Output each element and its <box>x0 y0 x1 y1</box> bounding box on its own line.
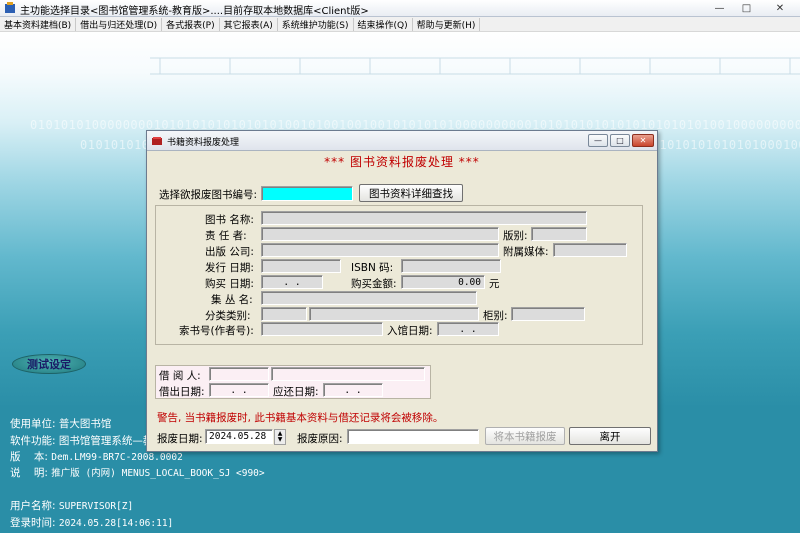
currency-label: 元 <box>489 278 500 290</box>
publisher-field <box>261 243 499 257</box>
isbn-label: ISBN 码: <box>351 262 394 274</box>
buy-date-field: . . <box>261 275 323 289</box>
category-name-field <box>309 307 479 321</box>
maximize-button[interactable]: □ <box>733 0 760 17</box>
media-label: 附属媒体: <box>503 246 549 258</box>
info-unit: 使用单位: 普大图书馆 <box>10 418 112 430</box>
borrower-name-field <box>271 367 425 381</box>
dialog-title: 书籍资料报废处理 <box>167 138 240 148</box>
call-number-label: 索书号(作者号): <box>179 325 254 337</box>
function-value: 图书馆管理系统—教 <box>58 435 154 447</box>
menu-maintenance[interactable]: 系统维护功能(S) <box>278 17 354 31</box>
info-description: 说 明: 推广版 (内网) MENUS_LOCAL_BOOK_SJ <990> <box>10 467 265 479</box>
book-name-label: 图书 名称: <box>205 214 254 226</box>
book-name-field <box>261 211 587 225</box>
return-date-field: . . <box>323 383 383 397</box>
spin-down-icon[interactable]: ▼ <box>278 437 283 443</box>
menu-exit[interactable]: 结束操作(Q) <box>354 17 413 31</box>
menu-lending[interactable]: 借出与归还处理(D) <box>76 17 163 31</box>
main-title-bar: 主功能选择目录<图书馆管理系统-教育版>....目前存取本地数据库<Client… <box>0 0 800 17</box>
call-number-field <box>261 322 383 336</box>
test-settings-button[interactable]: 测试设定 <box>12 354 86 374</box>
user-value: SUPERVISOR[Z] <box>58 501 134 512</box>
menu-basic-data[interactable]: 基本资料建档(B) <box>0 17 77 31</box>
scrap-reason-input[interactable] <box>347 429 479 444</box>
issue-date-field <box>261 259 341 273</box>
in-date-field: . . <box>437 322 499 336</box>
dialog-maximize-button[interactable]: □ <box>610 134 630 147</box>
dialog-minimize-button[interactable]: — <box>588 134 608 147</box>
author-label: 责 任 者: <box>205 230 247 242</box>
detail-search-button[interactable]: 图书资料详细查找 <box>359 184 463 202</box>
book-icon <box>152 137 162 145</box>
category-label: 分类类别: <box>205 310 251 322</box>
shelf-field <box>511 307 585 321</box>
close-button[interactable]: ✕ <box>760 0 800 17</box>
category-code-field <box>261 307 307 321</box>
info-user: 用户名称: SUPERVISOR[Z] <box>10 500 134 512</box>
menu-bar: 基本资料建档(B) 借出与归还处理(D) 各式报表(P) 其它报表(A) 系统维… <box>0 17 800 32</box>
login-time-value: 2024.05.28[14:06:11] <box>58 518 174 529</box>
dialog-title-bar: 书籍资料报废处理 — □ ✕ <box>147 131 657 151</box>
version-value: Dem.LM99-BR7C-2008.0002 <box>51 452 183 463</box>
author-field <box>261 227 499 241</box>
issue-date-label: 发行 日期: <box>205 262 254 274</box>
info-login-time: 登录时间: 2024.05.28[14:06:11] <box>10 517 174 529</box>
menu-reports[interactable]: 各式报表(P) <box>162 17 220 31</box>
return-date-label: 应还日期: <box>273 386 319 398</box>
book-number-input[interactable] <box>261 186 353 201</box>
buy-amount-label: 购买金额: <box>351 278 397 290</box>
dialog-heading: *** 图书资料报废处理 *** <box>324 155 480 169</box>
scrap-date-input[interactable]: 2024.05.28 <box>205 429 273 444</box>
shelf-label: 柜别: <box>483 310 508 322</box>
decorative-ruler <box>150 57 800 75</box>
buy-date-label: 购买 日期: <box>205 278 254 290</box>
window-title: 主功能选择目录<图书馆管理系统-教育版>....目前存取本地数据库<Client… <box>20 6 369 17</box>
app-icon <box>5 2 15 13</box>
menu-help[interactable]: 帮助与更新(H) <box>413 17 481 31</box>
leave-button[interactable]: 离开 <box>569 427 651 445</box>
media-field <box>553 243 627 257</box>
publisher-label: 出版 公司: <box>205 246 254 258</box>
date-spinner[interactable]: ▲ ▼ <box>274 429 286 445</box>
minimize-button[interactable]: — <box>706 0 733 17</box>
edition-field <box>531 227 587 241</box>
book-scrap-dialog: 书籍资料报废处理 — □ ✕ *** 图书资料报废处理 *** 选择欲报废图书编… <box>146 130 658 452</box>
in-date-label: 入馆日期: <box>387 325 433 337</box>
unit-value: 普大图书馆 <box>58 418 112 430</box>
series-field <box>261 291 477 305</box>
series-label: 集 丛 名: <box>211 294 253 306</box>
borrow-date-label: 借出日期: <box>159 386 205 398</box>
buy-amount-field: 0.00 <box>401 275 485 289</box>
scrap-date-label: 报废日期: <box>157 433 203 445</box>
select-book-label: 选择欲报废图书编号: <box>159 189 258 201</box>
dialog-close-button[interactable]: ✕ <box>632 134 654 147</box>
scrap-reason-label: 报废原因: <box>297 433 343 445</box>
isbn-field <box>401 259 501 273</box>
borrower-label: 借 阅 人: <box>159 370 201 382</box>
scrap-book-button[interactable]: 将本书籍报废 <box>485 427 565 445</box>
menu-other-reports[interactable]: 其它报表(A) <box>220 17 278 31</box>
warning-text: 警告, 当书籍报废时, 此书籍基本资料与借还记录将会被移除。 <box>157 412 444 424</box>
borrower-id-field <box>209 367 269 381</box>
borrow-date-field: . . <box>209 383 269 397</box>
description-value: 推广版 (内网) MENUS_LOCAL_BOOK_SJ <990> <box>51 468 265 479</box>
info-function: 软件功能: 图书馆管理系统—教 <box>10 435 154 447</box>
edition-label: 版别: <box>503 230 528 242</box>
